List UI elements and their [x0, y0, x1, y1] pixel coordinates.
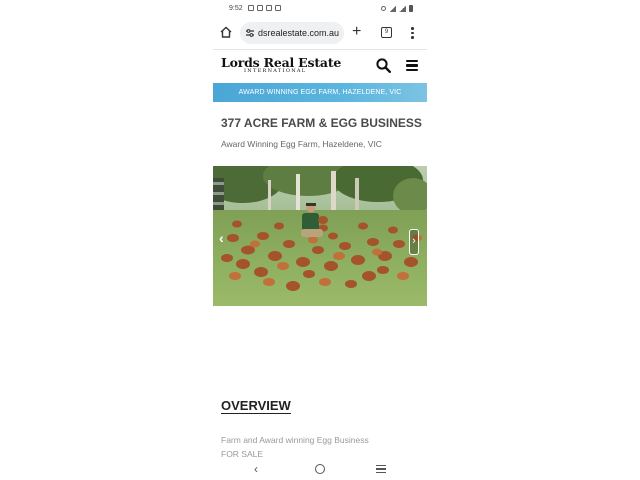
overview-line-1: Farm and Award winning Egg Business — [221, 435, 369, 445]
browser-menu-icon[interactable] — [411, 27, 414, 40]
farm-photo-image — [213, 166, 427, 306]
status-bar: 9:52 — [213, 0, 427, 18]
location-banner: AWARD WINNING EGG FARM, HAZELDENE, VIC — [213, 83, 427, 102]
battery-icon — [409, 5, 413, 12]
facebook-icon — [275, 5, 281, 11]
phone-screen: 9:52 dsrealestate.com.au + 9 Lords Real … — [213, 0, 427, 480]
instagram-icon — [248, 5, 254, 11]
gallery-next-button[interactable]: › — [409, 229, 419, 255]
overview-description: Farm and Award winning Egg Business FOR … — [221, 433, 369, 461]
site-settings-icon[interactable] — [245, 28, 255, 38]
new-tab-button[interactable]: + — [352, 23, 361, 41]
gallery-prev-button[interactable]: ‹ — [219, 231, 224, 245]
wifi-icon — [389, 5, 396, 12]
url-text: dsrealestate.com.au — [258, 28, 340, 38]
overview-heading: OVERVIEW — [221, 398, 291, 414]
system-icons — [381, 5, 413, 12]
tab-switcher-button[interactable]: 9 — [381, 27, 392, 38]
recent-apps-button[interactable] — [376, 465, 386, 475]
status-time: 9:52 — [229, 5, 243, 12]
facebook-icon — [266, 5, 272, 11]
hamburger-menu-icon[interactable] — [406, 60, 418, 71]
listing-subtitle: Award Winning Egg Farm, Hazeldene, VIC — [221, 139, 382, 149]
site-logo[interactable]: Lords Real Estate INTERNATIONAL — [221, 55, 341, 74]
site-header: Lords Real Estate INTERNATIONAL — [213, 50, 427, 83]
listing-title: 377 ACRE FARM & EGG BUSINESS — [221, 116, 422, 130]
search-icon[interactable] — [376, 58, 391, 73]
home-icon[interactable] — [219, 25, 233, 39]
browser-toolbar: dsrealestate.com.au + 9 — [213, 18, 427, 50]
back-button[interactable]: ‹ — [254, 462, 258, 476]
signal-icon — [399, 5, 406, 12]
address-bar[interactable]: dsrealestate.com.au — [240, 22, 344, 44]
person-icon — [257, 5, 263, 11]
gallery-photo[interactable] — [213, 166, 427, 306]
notification-icons — [248, 5, 281, 11]
android-nav-bar: ‹ — [213, 458, 427, 480]
home-button[interactable] — [315, 464, 325, 474]
alarm-icon — [381, 6, 386, 11]
